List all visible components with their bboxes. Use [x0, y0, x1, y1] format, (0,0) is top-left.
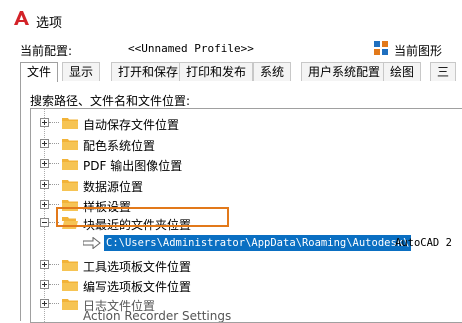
expand-icon[interactable]: [40, 139, 49, 148]
tab-system[interactable]: 系统: [253, 62, 292, 81]
folder-icon: [62, 260, 78, 271]
section-label: 搜索路径、文件名和文件位置:: [30, 94, 191, 108]
tree-item-label: 数据源位置: [83, 180, 144, 194]
folder-icon: [62, 180, 78, 191]
expand-icon[interactable]: [40, 180, 49, 189]
tree-item[interactable]: Action Recorder Settings: [31, 306, 462, 322]
path-entry[interactable]: C:\Users\Administrator\AppData\Roaming\A…: [31, 234, 462, 252]
tab-user-preferences[interactable]: 用户系统配置: [301, 62, 388, 81]
expand-icon[interactable]: [40, 159, 49, 168]
path-selected-text[interactable]: C:\Users\Administrator\AppData\Roaming\A…: [104, 235, 412, 251]
expand-icon[interactable]: [40, 260, 49, 269]
folder-icon: [62, 280, 78, 291]
arrow-right-icon: [83, 237, 101, 249]
highlight-frame: [56, 207, 229, 227]
tree-item[interactable]: 配色系统位置: [31, 134, 462, 154]
tab-3d[interactable]: 三: [430, 62, 457, 81]
folder-icon: [62, 139, 78, 150]
tree-item[interactable]: 工具选项板文件位置: [31, 255, 462, 275]
folder-icon: [62, 159, 78, 170]
current-profile-label: 当前配置:: [20, 44, 73, 58]
current-drawing-label: 当前图形: [394, 44, 443, 58]
current-profile-value: <<Unnamed Profile>>: [128, 42, 254, 55]
tree-item[interactable]: PDF 输出图像位置: [31, 154, 462, 174]
tree-item-label: 自动保存文件位置: [83, 118, 180, 132]
tree-item-label: PDF 输出图像位置: [83, 159, 183, 173]
tree-item-label: 工具选项板文件位置: [83, 260, 192, 274]
tab-strip: 文件 显示 打开和保存 打印和发布 系统 用户系统配置 绘图 三: [20, 62, 462, 83]
tab-drafting[interactable]: 绘图: [383, 62, 422, 81]
tab-open-save[interactable]: 打开和保存: [111, 62, 186, 81]
collapse-icon[interactable]: [40, 218, 49, 227]
autocad-logo-icon: [14, 11, 29, 25]
file-locations-tree[interactable]: 自动保存文件位置 配色系统位置 PDF 输出图像位置 数据源位置 样板设置 块最…: [30, 108, 462, 323]
folder-icon: [62, 118, 78, 129]
tab-display[interactable]: 显示: [62, 62, 101, 81]
drawing-icon: [374, 41, 388, 55]
expand-icon[interactable]: [40, 118, 49, 127]
tree-item-label: 配色系统位置: [83, 139, 156, 153]
tree-item-label: 编写选项板文件位置: [83, 280, 192, 294]
title-bar: [0, 0, 462, 36]
expand-icon[interactable]: [40, 280, 49, 289]
window-title: 选项: [36, 16, 63, 31]
path-rest-text[interactable]: AutoCAD 2: [395, 235, 452, 251]
expand-icon[interactable]: [40, 200, 49, 209]
tab-plot-publish[interactable]: 打印和发布: [179, 62, 254, 81]
tree-item[interactable]: 自动保存文件位置: [31, 113, 462, 133]
tab-files[interactable]: 文件: [20, 62, 59, 83]
tree-item[interactable]: 编写选项板文件位置: [31, 275, 462, 295]
tree-item[interactable]: 数据源位置: [31, 175, 462, 195]
